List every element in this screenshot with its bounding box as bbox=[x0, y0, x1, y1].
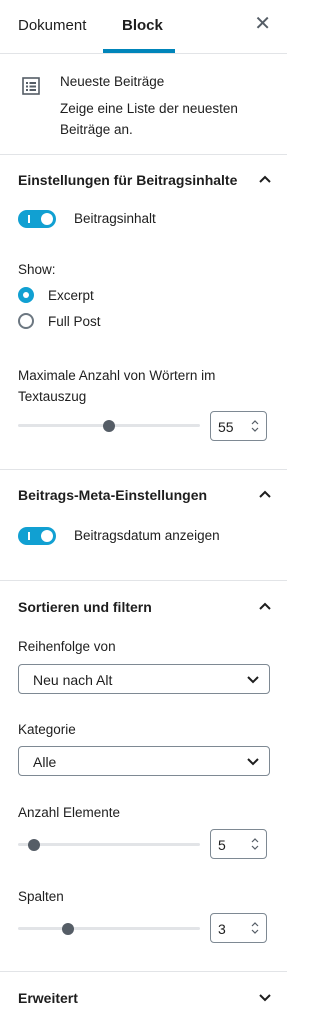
panel-sort-filter: Sortieren und filtern Reihenfolge von Ne… bbox=[0, 581, 287, 972]
show-label: Show: bbox=[18, 262, 56, 277]
panel-advanced: Erweitert bbox=[0, 972, 287, 1024]
chevron-down-icon[interactable] bbox=[258, 991, 272, 1005]
toggle-knob bbox=[41, 530, 53, 542]
close-icon[interactable]: ✕ bbox=[254, 14, 271, 34]
block-title: Neueste Beiträge bbox=[60, 74, 165, 89]
panel-title-advanced[interactable]: Erweitert bbox=[18, 990, 78, 1006]
columns-slider-track[interactable] bbox=[18, 927, 200, 930]
order-label: Reihenfolge von bbox=[18, 639, 116, 654]
max-words-value: 55 bbox=[218, 419, 234, 435]
items-count-slider-thumb[interactable] bbox=[28, 839, 40, 851]
category-select-value: Alle bbox=[33, 754, 57, 770]
list-icon bbox=[22, 77, 40, 95]
spinner-icon[interactable] bbox=[251, 419, 259, 433]
items-count-input[interactable]: 5 bbox=[210, 829, 267, 859]
post-date-toggle[interactable] bbox=[18, 527, 56, 545]
radio-full-post[interactable] bbox=[18, 313, 34, 329]
toggle-on-icon bbox=[28, 532, 30, 540]
columns-slider-thumb[interactable] bbox=[62, 923, 74, 935]
tab-block[interactable]: Block bbox=[122, 17, 163, 34]
panel-title-content-settings[interactable]: Einstellungen für Beitragsinhalte bbox=[18, 172, 237, 188]
toggle-on-icon bbox=[28, 215, 30, 223]
max-words-slider-thumb[interactable] bbox=[103, 420, 115, 432]
chevron-down-icon bbox=[247, 758, 259, 766]
tab-document[interactable]: Dokument bbox=[18, 17, 86, 34]
radio-excerpt-label: Excerpt bbox=[48, 288, 94, 303]
panel-title-sort-filter[interactable]: Sortieren und filtern bbox=[18, 599, 152, 615]
post-date-toggle-label: Beitragsdatum anzeigen bbox=[74, 528, 220, 543]
block-card: Neueste Beiträge Zeige eine Liste der ne… bbox=[0, 54, 287, 155]
order-select[interactable]: Neu nach Alt bbox=[18, 664, 270, 694]
items-count-value: 5 bbox=[218, 837, 226, 853]
post-content-toggle-label: Beitragsinhalt bbox=[74, 211, 156, 226]
items-count-slider-track[interactable] bbox=[18, 843, 200, 846]
chevron-up-icon[interactable] bbox=[258, 599, 272, 613]
panel-title-meta-settings[interactable]: Beitrags-Meta-Einstellungen bbox=[18, 487, 207, 503]
panel-content-settings: Einstellungen für Beitragsinhalte Beitra… bbox=[0, 155, 287, 470]
radio-excerpt[interactable] bbox=[18, 287, 34, 303]
items-count-label: Anzahl Elemente bbox=[18, 805, 121, 820]
max-words-label: Maximale Anzahl von Wörtern im Textauszu… bbox=[18, 368, 216, 404]
post-content-toggle[interactable] bbox=[18, 210, 56, 228]
spinner-icon[interactable] bbox=[251, 837, 259, 851]
panel-meta-settings: Beitrags-Meta-Einstellungen Beitragsdatu… bbox=[0, 470, 287, 581]
active-tab-indicator bbox=[103, 49, 175, 53]
sidebar-tabs: Dokument Block ✕ bbox=[0, 0, 287, 54]
toggle-knob bbox=[41, 213, 53, 225]
max-words-input[interactable]: 55 bbox=[210, 411, 267, 441]
category-select[interactable]: Alle bbox=[18, 746, 270, 776]
radio-full-post-label: Full Post bbox=[48, 314, 101, 329]
block-description: Zeige eine Liste der neuesten Beiträge a… bbox=[60, 101, 238, 137]
order-select-value: Neu nach Alt bbox=[33, 672, 113, 688]
columns-label: Spalten bbox=[18, 889, 64, 904]
chevron-down-icon bbox=[247, 676, 259, 684]
chevron-up-icon[interactable] bbox=[258, 172, 272, 186]
spinner-icon[interactable] bbox=[251, 921, 259, 935]
chevron-up-icon[interactable] bbox=[258, 487, 272, 501]
columns-input[interactable]: 3 bbox=[210, 913, 267, 943]
columns-value: 3 bbox=[218, 921, 226, 937]
category-label: Kategorie bbox=[18, 722, 76, 737]
